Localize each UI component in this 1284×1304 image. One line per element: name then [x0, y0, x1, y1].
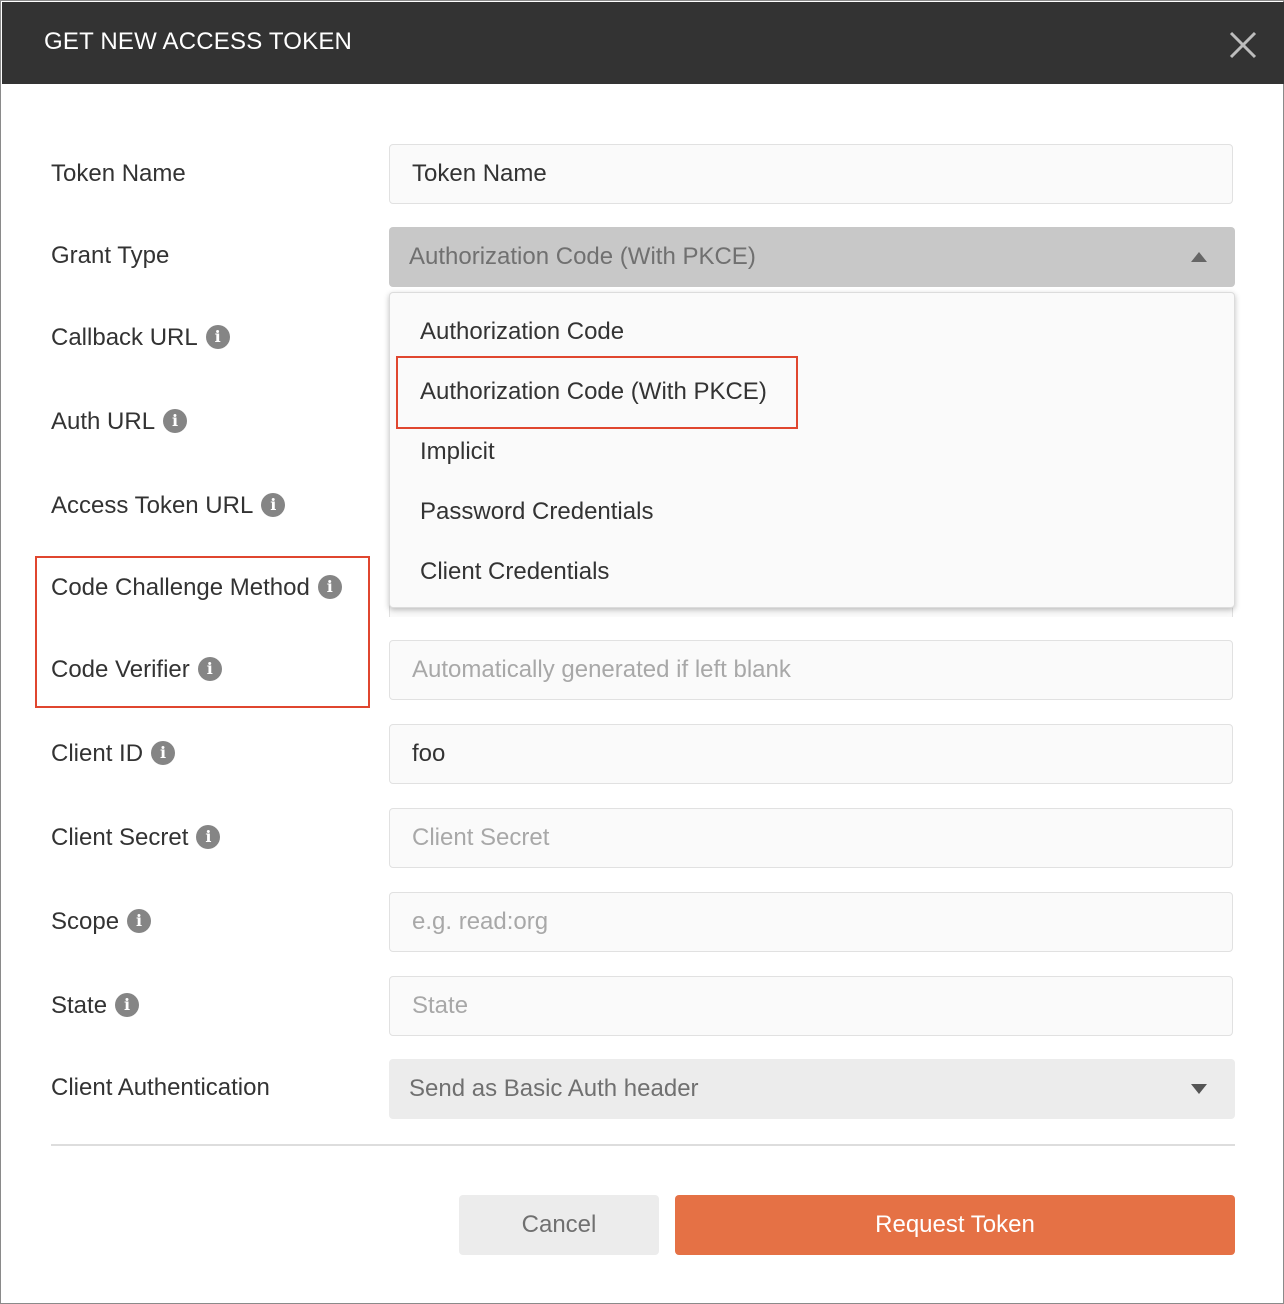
chevron-down-icon: [1191, 1084, 1207, 1094]
dropdown-item-implicit[interactable]: Implicit: [420, 437, 495, 467]
dialog-title: GET NEW ACCESS TOKEN: [44, 28, 353, 55]
client-authentication-selected: Send as Basic Auth header: [409, 1075, 699, 1102]
state-label: State i: [51, 991, 140, 1021]
client-secret-label: Client Secret i: [51, 823, 221, 853]
info-icon[interactable]: i: [261, 492, 286, 517]
dropdown-item-authorization-code[interactable]: Authorization Code: [420, 317, 624, 347]
info-icon[interactable]: i: [115, 992, 140, 1017]
close-icon[interactable]: [1228, 30, 1258, 60]
client-authentication-select[interactable]: Send as Basic Auth header: [389, 1059, 1235, 1119]
highlight-box-pkce-option: [396, 356, 798, 429]
footer-divider: [51, 1144, 1235, 1146]
grant-type-label: Grant Type: [51, 242, 170, 269]
state-input[interactable]: State: [389, 976, 1233, 1036]
code-verifier-input[interactable]: Automatically generated if left blank: [389, 640, 1233, 700]
dropdown-item-client-credentials[interactable]: Client Credentials: [420, 557, 609, 587]
access-token-dialog: GET NEW ACCESS TOKEN Token Name Token Na…: [0, 0, 1284, 1304]
callback-url-label: Callback URL i: [51, 323, 230, 353]
info-icon[interactable]: i: [127, 908, 152, 933]
auth-url-label: Auth URL i: [51, 407, 188, 437]
access-token-url-label: Access Token URL i: [51, 491, 286, 521]
dropdown-item-password-credentials[interactable]: Password Credentials: [420, 497, 653, 527]
info-icon[interactable]: i: [196, 824, 221, 849]
client-id-label: Client ID i: [51, 739, 176, 769]
token-name-label: Token Name: [51, 160, 186, 187]
scope-input[interactable]: e.g. read:org: [389, 892, 1233, 952]
client-secret-input[interactable]: Client Secret: [389, 808, 1233, 868]
grant-type-dropdown-menu: Authorization Code Authorization Code (W…: [389, 292, 1235, 608]
chevron-up-icon: [1191, 252, 1207, 262]
dialog-header: GET NEW ACCESS TOKEN: [2, 2, 1284, 84]
client-authentication-label: Client Authentication: [51, 1074, 270, 1101]
info-icon[interactable]: i: [163, 408, 188, 433]
scope-label: Scope i: [51, 907, 152, 937]
grant-type-select[interactable]: Authorization Code (With PKCE): [389, 227, 1235, 287]
cancel-button[interactable]: Cancel: [459, 1195, 659, 1255]
highlight-box-pkce-fields: [35, 556, 370, 708]
info-icon[interactable]: i: [205, 324, 230, 349]
request-token-button[interactable]: Request Token: [675, 1195, 1235, 1255]
token-name-input[interactable]: Token Name: [389, 144, 1233, 204]
client-id-input[interactable]: foo: [389, 724, 1233, 784]
grant-type-selected: Authorization Code (With PKCE): [409, 243, 756, 270]
info-icon[interactable]: i: [151, 740, 176, 765]
